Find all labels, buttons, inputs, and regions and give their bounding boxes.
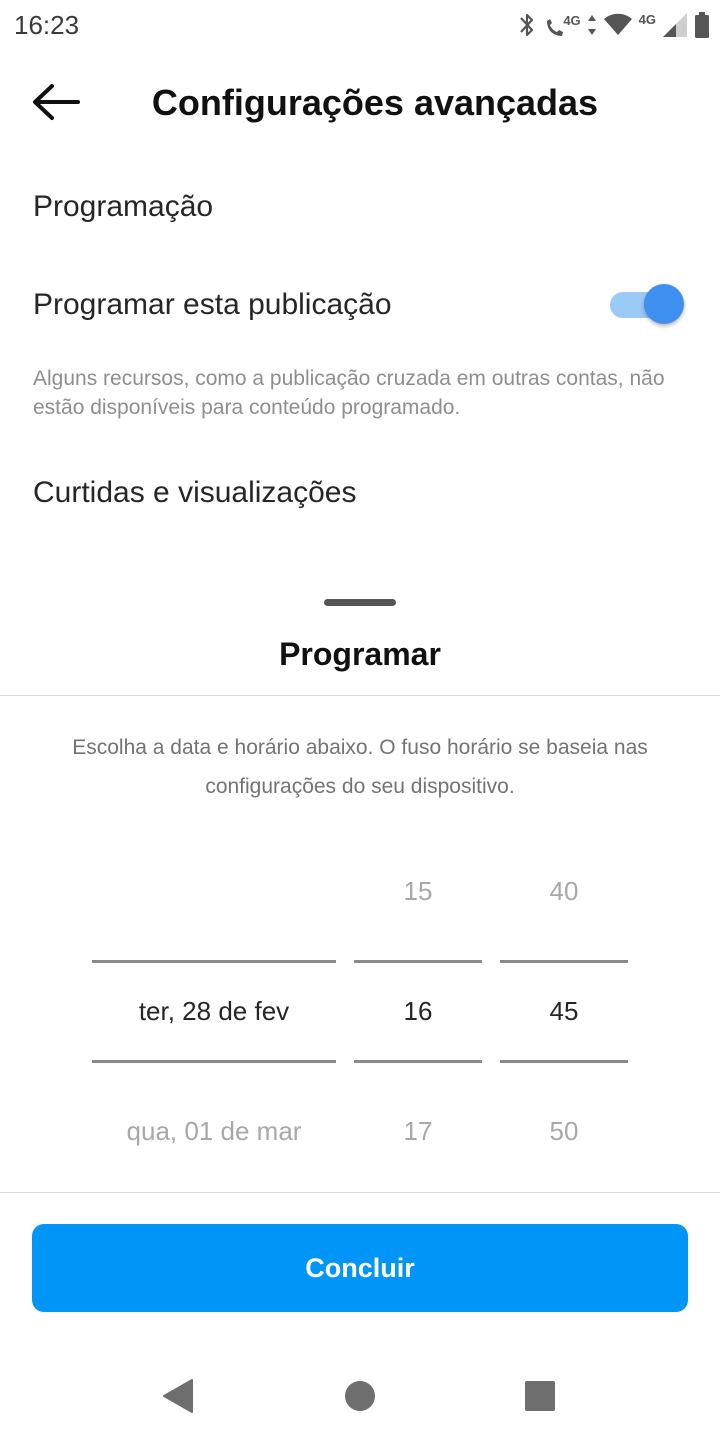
minute-picker-next[interactable]: 50 [500,1116,628,1147]
data-arrows-icon [587,15,596,35]
network-type-label-2: 4G [638,11,656,27]
minute-picker-prev[interactable]: 40 [500,876,628,907]
minute-picker-line-bottom [500,1060,628,1063]
hour-picker-line-top [354,960,482,963]
done-button[interactable]: Concluir [32,1224,688,1312]
signal-icon [663,13,687,37]
nav-home-icon [345,1381,375,1411]
section-title-likes-views: Curtidas e visualizações [33,476,357,509]
sheet-description: Escolha a data e horário abaixo. O fuso … [72,736,648,798]
bluetooth-icon [520,13,534,37]
app-header: Configurações avançadas [0,56,720,148]
nav-back-button[interactable] [156,1374,200,1418]
sheet-divider-top [0,695,720,696]
nav-home-button[interactable] [338,1374,382,1418]
date-picker-selected[interactable]: ter, 28 de fev [92,996,336,1027]
date-picker-line-bottom [92,1060,336,1063]
nav-recents-button[interactable] [518,1374,562,1418]
schedule-post-label[interactable]: Programar esta publicação [33,288,392,322]
schedule-post-toggle[interactable] [610,282,686,326]
minute-picker-line-top [500,960,628,963]
date-picker-next[interactable]: qua, 01 de mar [92,1116,336,1147]
status-time: 16:23 [14,10,80,40]
schedule-bottom-sheet: Programar Escolha a data e horário abaix… [0,578,720,1440]
hour-picker-next[interactable]: 17 [354,1116,482,1147]
network-type-label: 4G [563,12,581,28]
nav-recents-icon [525,1381,555,1411]
sheet-divider-bottom [0,1192,720,1193]
hour-picker-selected[interactable]: 16 [354,996,482,1027]
sheet-title: Programar [279,636,441,672]
nav-back-icon [163,1379,193,1413]
hour-picker-line-bottom [354,1060,482,1063]
screen: 16:23 4G 4G Configurações avançadas Prog… [0,0,720,1440]
battery-icon [695,12,709,38]
wifi-icon [603,13,632,35]
status-icons: 4G 4G [517,8,710,42]
section-title-scheduling: Programação [33,190,214,223]
system-nav-bar [0,1350,720,1440]
schedule-helper-text: Alguns recursos, como a publicação cruza… [33,367,665,419]
toggle-knob [644,284,684,324]
hour-picker-prev[interactable]: 15 [354,876,482,907]
minute-picker-selected[interactable]: 45 [500,996,628,1027]
page-title: Configurações avançadas [151,82,599,123]
sheet-drag-handle[interactable] [324,599,396,606]
date-picker-line-top [92,960,336,963]
status-bar: 16:23 4G 4G [0,0,720,50]
